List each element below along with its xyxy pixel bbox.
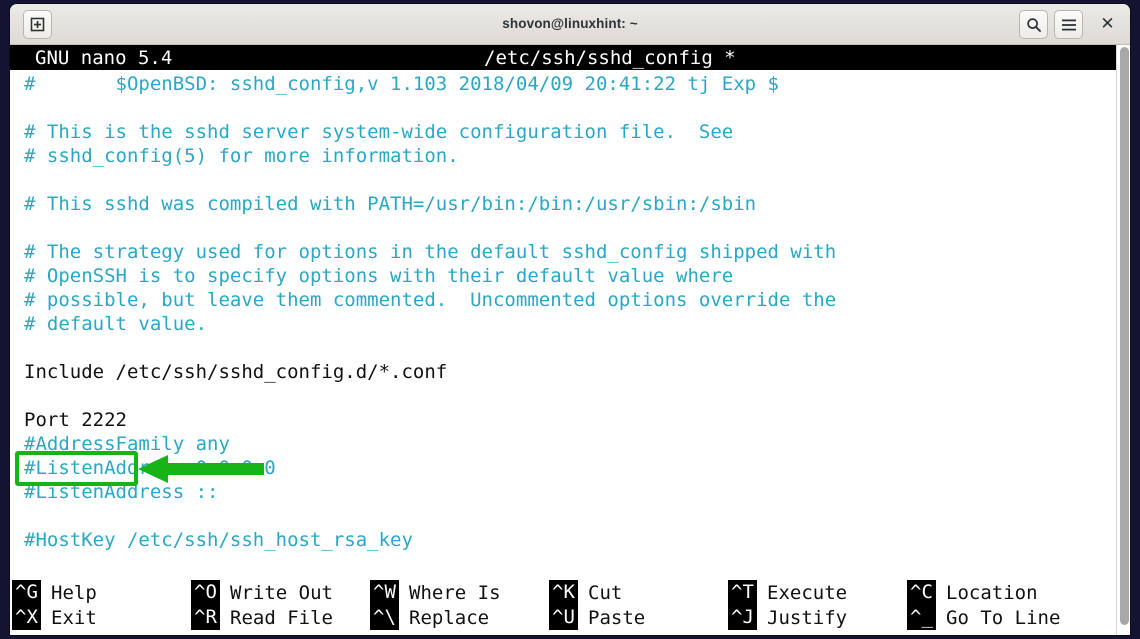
shortcut-item[interactable]: ^U Paste	[549, 605, 728, 630]
shortcut-item[interactable]: ^X Exit	[12, 605, 191, 630]
scrollbar-thumb[interactable]	[1120, 47, 1129, 625]
shortcut-key: ^W	[370, 580, 399, 605]
editor-line: #ListenAddress ::	[24, 481, 219, 503]
shortcut-label: Location	[946, 581, 1038, 604]
editor-line: # This is the sshd server system-wide co…	[24, 121, 734, 143]
editor-line: # This sshd was compiled with PATH=/usr/…	[24, 193, 757, 215]
editor-line: # default value.	[24, 313, 208, 335]
shortcut-item[interactable]: ^O Write Out	[191, 580, 370, 605]
editor-line: #AddressFamily any	[24, 433, 230, 455]
shortcut-key: ^J	[728, 605, 757, 630]
window-title: shovon@linuxhint: ~	[502, 16, 638, 31]
editor-line: # sshd_config(5) for more information.	[24, 145, 459, 167]
shortcut-label: Justify	[767, 606, 848, 629]
shortcut-label: Help	[51, 581, 97, 604]
shortcut-label: Paste	[588, 606, 646, 629]
shortcut-column: ^T Execute ^J Justify	[728, 575, 907, 635]
shortcut-label: Cut	[588, 581, 623, 604]
shortcut-column: ^W Where Is ^\ Replace	[370, 575, 549, 635]
terminal-scrollbar[interactable]	[1116, 45, 1130, 635]
shortcut-key: ^\	[370, 605, 399, 630]
shortcut-label: Replace	[409, 606, 490, 629]
terminal-content[interactable]: GNU nano 5.4 /etc/ssh/sshd_config * # $O…	[10, 45, 1130, 635]
nano-version-label: GNU nano 5.4	[35, 47, 173, 69]
shortcut-item[interactable]: ^W Where Is	[370, 580, 549, 605]
close-window-button[interactable]: ✕	[1093, 10, 1122, 39]
shortcut-column: ^G Help ^X Exit	[12, 575, 191, 635]
search-icon	[1026, 17, 1041, 32]
editor-line: #ListenAddress 0.0.0.0	[24, 457, 276, 479]
shortcut-item[interactable]: ^R Read File	[191, 605, 370, 630]
shortcut-item[interactable]: ^C Location	[907, 580, 1086, 605]
shortcut-label: Execute	[767, 581, 848, 604]
hamburger-menu-button[interactable]	[1054, 10, 1083, 39]
shortcut-key: ^_	[907, 605, 936, 630]
window-titlebar: shovon@linuxhint: ~ ✕	[10, 4, 1130, 45]
editor-line: Port 2222	[24, 409, 127, 431]
shortcut-item[interactable]: ^T Execute	[728, 580, 907, 605]
shortcut-column: ^C Location ^_ Go To Line	[907, 575, 1086, 635]
shortcut-label: Go To Line	[946, 606, 1061, 629]
shortcut-key: ^G	[12, 580, 41, 605]
shortcut-item[interactable]: ^K Cut	[549, 580, 728, 605]
shortcut-key: ^K	[549, 580, 578, 605]
nano-header-bar: GNU nano 5.4 /etc/ssh/sshd_config *	[10, 45, 1130, 70]
shortcut-label: Read File	[230, 606, 333, 629]
close-icon: ✕	[1100, 14, 1115, 34]
shortcut-item[interactable]: ^J Justify	[728, 605, 907, 630]
shortcut-column: ^O Write Out ^R Read File	[191, 575, 370, 635]
shortcut-key: ^U	[549, 605, 578, 630]
shortcut-column: ^K Cut ^U Paste	[549, 575, 728, 635]
shortcut-key: ^C	[907, 580, 936, 605]
shortcut-key: ^T	[728, 580, 757, 605]
search-button[interactable]	[1019, 10, 1048, 39]
nano-filename-label: /etc/ssh/sshd_config *	[484, 47, 736, 69]
shortcut-label: Exit	[51, 606, 97, 629]
shortcut-key: ^O	[191, 580, 220, 605]
nano-shortcut-bar: ^G Help ^X Exit ^O Write Out ^R Read File ^W Wher…	[10, 575, 1130, 635]
editor-line: # The strategy used for options in the d…	[24, 241, 837, 263]
editor-line: # $OpenBSD: sshd_config,v 1.103 2018/04/…	[24, 73, 779, 95]
terminal-window: shovon@linuxhint: ~ ✕ GNU nano 5.4 /etc/…	[10, 4, 1130, 635]
shortcut-key: ^R	[191, 605, 220, 630]
shortcut-label: Write Out	[230, 581, 333, 604]
shortcut-item[interactable]: ^_ Go To Line	[907, 605, 1086, 630]
shortcut-item[interactable]: ^\ Replace	[370, 605, 549, 630]
shortcut-key: ^X	[12, 605, 41, 630]
nano-editor-area[interactable]: # $OpenBSD: sshd_config,v 1.103 2018/04/…	[10, 70, 1130, 599]
editor-line: # possible, but leave them commented. Un…	[24, 289, 837, 311]
hamburger-menu-icon	[1061, 19, 1076, 30]
shortcut-item[interactable]: ^G Help	[12, 580, 191, 605]
editor-line: #HostKey /etc/ssh/ssh_host_rsa_key	[24, 529, 413, 551]
desktop: shovon@linuxhint: ~ ✕ GNU nano 5.4 /etc/…	[0, 0, 1140, 639]
editor-line: # OpenSSH is to specify options with the…	[24, 265, 734, 287]
editor-line: Include /etc/ssh/sshd_config.d/*.conf	[24, 361, 448, 383]
shortcut-label: Where Is	[409, 581, 501, 604]
